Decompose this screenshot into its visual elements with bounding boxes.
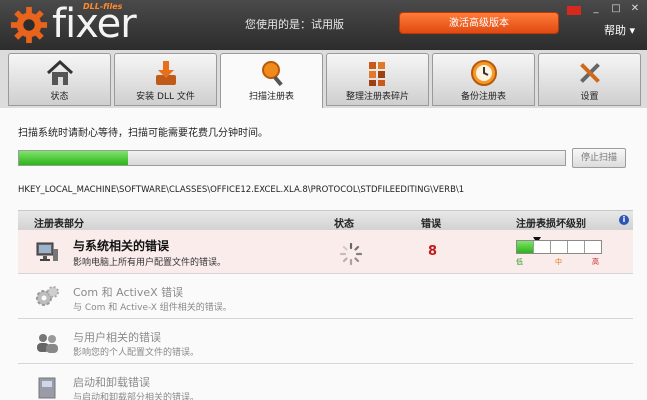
tab-label: 状态 xyxy=(50,92,69,102)
installer-icon xyxy=(38,377,56,399)
meter-segment xyxy=(568,241,585,253)
row-description: 与 Com 和 Active-X 组件相关的错误。 xyxy=(73,303,232,313)
meter-segment xyxy=(534,241,551,253)
tab-defrag-registry[interactable]: 整理注册表碎片 xyxy=(326,53,429,106)
tab-label: 备份注册表 xyxy=(460,92,506,102)
row-description: 影响您的个人配置文件的错误。 xyxy=(73,348,200,358)
tab-settings[interactable]: 设置 xyxy=(538,53,641,106)
minimize-icon[interactable]: _ xyxy=(589,3,603,15)
scan-waiting-text: 扫描系统时请耐心等待，扫描可能需要花费几分钟时间。 xyxy=(18,128,268,139)
version-label: 您使用的是：试用版 xyxy=(245,18,344,31)
damage-level-meter xyxy=(516,240,602,254)
tab-scan-registry[interactable]: 扫描注册表 xyxy=(220,53,323,109)
gears-icon xyxy=(36,286,59,306)
tab-label: 扫描注册表 xyxy=(248,92,294,102)
row-title: 与系统相关的错误 xyxy=(73,239,170,253)
table-row-system-errors[interactable]: 与系统相关的错误 影响电脑上所有用户配置文件的错误。 8 低 中 高 xyxy=(18,230,633,274)
header-errors: 错误 xyxy=(421,219,441,230)
home-icon xyxy=(46,59,73,85)
scan-progress-bar xyxy=(18,150,566,166)
scan-progress-fill xyxy=(19,151,129,165)
system-monitor-icon xyxy=(36,242,58,261)
row-title: 启动和卸载错误 xyxy=(73,376,150,389)
table-row-startup-uninstall[interactable]: 启动和卸载错误 与启动和卸载部分相关的错误。 xyxy=(18,365,633,400)
tab-label: 整理注册表碎片 xyxy=(345,92,409,102)
info-icon[interactable]: i xyxy=(619,215,629,225)
tab-label: 设置 xyxy=(580,92,599,102)
header-damage-level: 注册表损坏级别 xyxy=(516,219,586,230)
download-icon xyxy=(155,61,176,85)
main-tabs: 状态 安装 DLL 文件 扫描注册表 整理注册表碎片 备份注册表 设置 xyxy=(0,50,647,109)
gear-logo-icon xyxy=(10,6,48,44)
level-low-label: 低 xyxy=(516,258,523,266)
logo-tagline: DLL-files xyxy=(83,2,123,11)
close-icon[interactable]: ✕ xyxy=(628,3,642,15)
error-count: 8 xyxy=(428,244,438,259)
results-table-header: 注册表部分 状态 错误 注册表损坏级别 i xyxy=(18,210,633,230)
stop-scan-button[interactable]: 停止扫描 xyxy=(572,148,626,168)
table-row-com-activex[interactable]: Com 和 ActiveX 错误 与 Com 和 Active-X 组件相关的错… xyxy=(18,275,633,319)
row-title: Com 和 ActiveX 错误 xyxy=(73,286,184,299)
tab-install-dll[interactable]: 安装 DLL 文件 xyxy=(114,53,217,106)
row-description: 影响电脑上所有用户配置文件的错误。 xyxy=(73,258,227,268)
level-mid-label: 中 xyxy=(555,258,562,266)
header-part: 注册表部分 xyxy=(34,219,84,230)
blocks-icon xyxy=(368,62,385,86)
current-registry-path: HKEY_LOCAL_MACHINE\SOFTWARE\CLASSES\OFFI… xyxy=(18,185,465,195)
users-icon xyxy=(37,334,58,353)
maximize-icon[interactable]: □ xyxy=(609,3,623,15)
meter-segment xyxy=(551,241,568,253)
level-high-label: 高 xyxy=(592,258,599,266)
header-status: 状态 xyxy=(334,219,354,230)
clock-icon xyxy=(470,60,497,86)
row-title: 与用户相关的错误 xyxy=(73,331,161,344)
tab-status[interactable]: 状态 xyxy=(8,53,111,106)
scanning-spinner-icon xyxy=(339,242,363,266)
table-row-user-errors[interactable]: 与用户相关的错误 影响您的个人配置文件的错误。 xyxy=(18,320,633,364)
activate-premium-button[interactable]: 激活高级版本 xyxy=(399,12,559,34)
language-flag-icon[interactable] xyxy=(567,6,581,15)
app-header: fixer DLL-files 您使用的是：试用版 激活高级版本 _ □ ✕ 帮… xyxy=(0,0,647,50)
tools-icon xyxy=(579,63,600,83)
tab-label: 安装 DLL 文件 xyxy=(136,92,195,102)
help-menu[interactable]: 帮助 ▾ xyxy=(604,22,635,38)
row-description: 与启动和卸载部分相关的错误。 xyxy=(73,393,200,400)
meter-segment xyxy=(517,241,534,253)
magnifier-icon xyxy=(261,61,283,87)
tab-backup-registry[interactable]: 备份注册表 xyxy=(432,53,535,106)
scan-panel: 扫描系统时请耐心等待，扫描可能需要花费几分钟时间。 停止扫描 HKEY_LOCA… xyxy=(0,108,647,400)
